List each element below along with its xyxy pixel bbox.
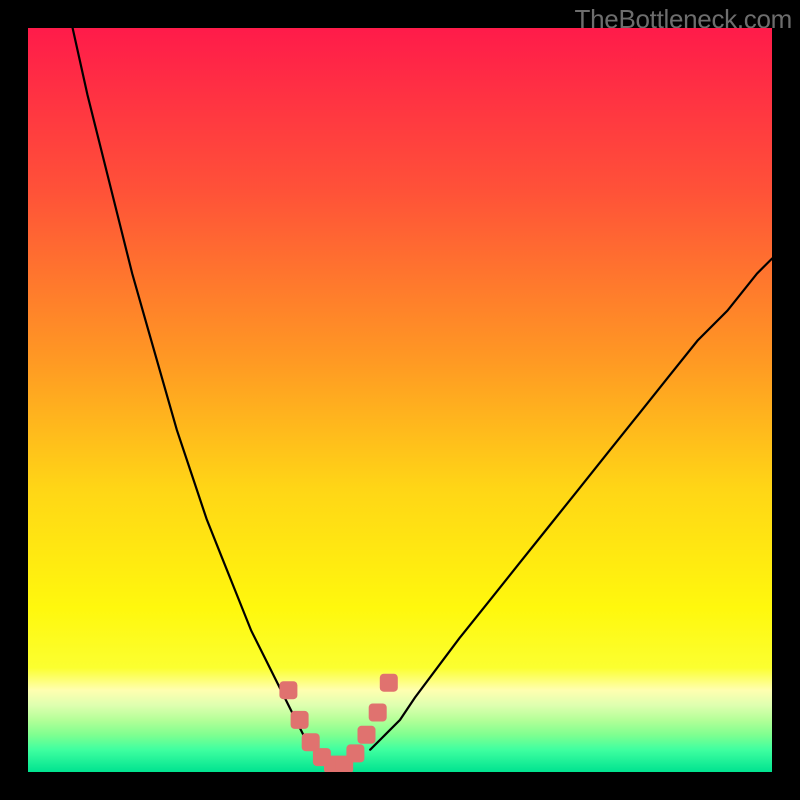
valley-marker xyxy=(291,711,309,729)
plot-background xyxy=(28,28,772,772)
chart-container: TheBottleneck.com xyxy=(0,0,800,800)
bottleneck-plot xyxy=(28,28,772,772)
valley-marker xyxy=(346,744,364,762)
valley-marker xyxy=(380,674,398,692)
valley-marker xyxy=(358,726,376,744)
valley-marker xyxy=(369,704,387,722)
valley-marker xyxy=(279,681,297,699)
